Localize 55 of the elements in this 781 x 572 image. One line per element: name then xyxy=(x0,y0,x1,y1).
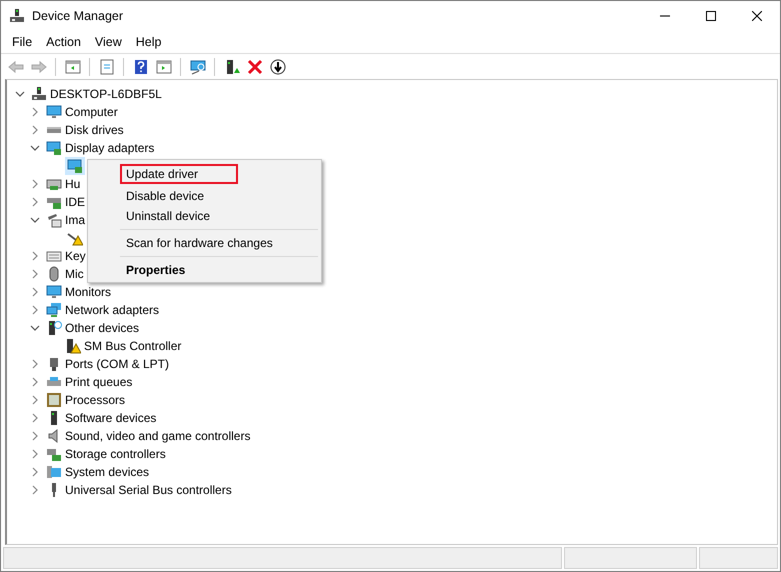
tree-item[interactable]: Mic xyxy=(64,266,85,282)
tree-item[interactable]: Computer xyxy=(64,104,119,120)
tree-item[interactable]: Other devices xyxy=(64,320,140,336)
tree-item[interactable]: Storage controllers xyxy=(64,446,167,462)
computer-icon xyxy=(31,86,47,102)
tree-item[interactable]: Network adapters xyxy=(64,302,160,318)
processor-icon xyxy=(46,392,62,408)
tree-item[interactable]: Hu xyxy=(64,176,82,192)
app-icon xyxy=(9,8,25,24)
tree-item[interactable]: Monitors xyxy=(64,284,112,300)
uninstall-icon xyxy=(246,58,262,74)
close-icon xyxy=(752,11,762,21)
menu-item[interactable]: Scan for hardware changes xyxy=(120,233,279,253)
monitor-icon xyxy=(46,284,62,300)
warning-icon xyxy=(65,338,81,354)
tree-item[interactable]: Key xyxy=(64,248,87,264)
menu-item[interactable]: View xyxy=(88,35,129,49)
network-icon xyxy=(46,302,62,318)
system-icon xyxy=(46,464,62,480)
forward-icon xyxy=(30,58,46,74)
properties-icon xyxy=(98,58,114,74)
tree-item[interactable]: Sound, video and game controllers xyxy=(64,428,252,444)
tree-item[interactable]: Processors xyxy=(64,392,126,408)
menu-item[interactable]: File xyxy=(5,35,40,49)
menu-item[interactable]: Disable device xyxy=(120,186,210,206)
tree-item[interactable]: Display adapters xyxy=(64,140,156,156)
tree-item[interactable] xyxy=(65,157,85,175)
action-pane-icon xyxy=(156,58,172,74)
tree-item[interactable]: Ima xyxy=(64,212,86,228)
menu-item[interactable]: Properties xyxy=(120,260,192,280)
tree-item[interactable]: Ports (COM & LPT) xyxy=(64,356,170,372)
tree-item[interactable]: Disk drives xyxy=(64,122,125,138)
tree-item[interactable]: IDE xyxy=(64,194,86,210)
tree-item[interactable]: Print queues xyxy=(64,374,134,390)
tree-item[interactable]: System devices xyxy=(64,464,150,480)
menu-item[interactable]: Help xyxy=(128,35,168,49)
tree-item[interactable]: Universal Serial Bus controllers xyxy=(64,482,233,498)
download-icon xyxy=(270,58,286,74)
unknown-device-icon xyxy=(46,320,62,336)
scan-monitor-icon xyxy=(190,58,206,74)
menu-item[interactable]: Uninstall device xyxy=(120,206,216,226)
maximize-icon xyxy=(706,11,716,21)
tree-item[interactable]: Software devices xyxy=(64,410,158,426)
monitor-icon xyxy=(46,104,62,120)
tree-item[interactable]: DESKTOP-L6DBF5L xyxy=(49,86,163,102)
help-icon xyxy=(132,58,148,74)
tree-item[interactable]: SM Bus Controller xyxy=(83,338,182,354)
storage-controller-icon xyxy=(46,446,62,462)
menu-item[interactable]: Action xyxy=(39,35,88,49)
menu-item[interactable]: Update driver xyxy=(120,164,238,184)
display-adapter-icon xyxy=(67,158,83,174)
display-adapter-icon xyxy=(46,140,62,156)
window-title: Device Manager xyxy=(32,9,124,23)
back-icon xyxy=(8,58,24,74)
console-tree-icon xyxy=(64,58,80,74)
